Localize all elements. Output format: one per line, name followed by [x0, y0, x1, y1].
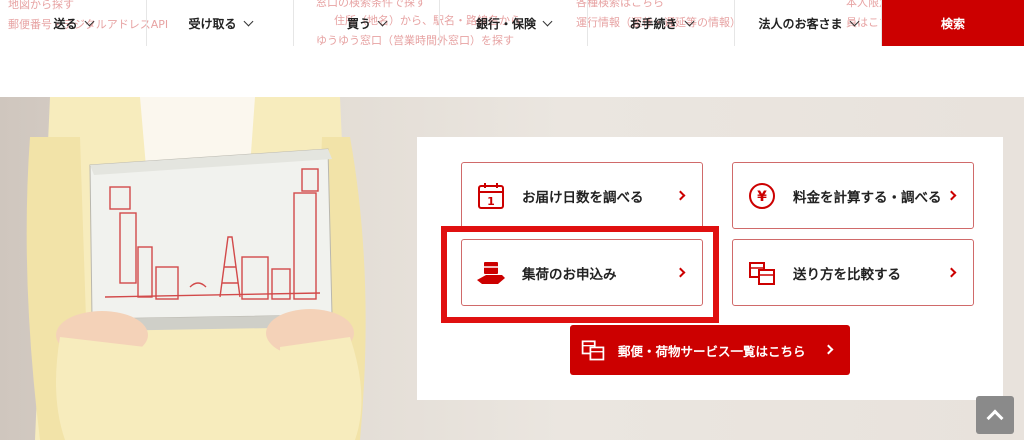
- global-nav: 送る 受け取る 買う 銀行・保険 お手続き 法人のお客さま 検索: [0, 0, 1024, 46]
- compare-methods-button[interactable]: 送り方を比較する: [732, 239, 974, 306]
- nav-buy[interactable]: 買う: [294, 0, 440, 46]
- page-top-button[interactable]: [976, 396, 1014, 434]
- chevron-right-icon: [675, 190, 686, 201]
- nav-bank-insurance[interactable]: 銀行・保険: [440, 0, 588, 46]
- nav-receive[interactable]: 受け取る: [147, 0, 294, 46]
- chevron-down-icon: [243, 16, 253, 26]
- compare-methods-label: 送り方を比較する: [793, 266, 901, 283]
- nav-corporate-label: 法人のお客さま: [758, 16, 843, 31]
- packages-icon: [749, 261, 775, 285]
- chevron-right-icon: [675, 267, 686, 278]
- nav-send-label: 送る: [53, 16, 78, 31]
- chevron-right-icon: [946, 267, 957, 278]
- truck-icon: [477, 261, 505, 284]
- pickup-request-label: 集荷のお申込み: [522, 266, 617, 283]
- nav-bank-insurance-label: 銀行・保険: [475, 16, 536, 31]
- yen-icon: ¥: [749, 182, 775, 209]
- packages-icon: [581, 340, 605, 361]
- chevron-down-icon: [542, 16, 553, 26]
- search-button[interactable]: 検索: [882, 0, 1024, 46]
- pickup-request-button[interactable]: 集荷のお申込み: [461, 239, 703, 306]
- calendar-icon: 1: [478, 182, 504, 209]
- hero-person-with-box-image: [26, 97, 366, 440]
- chevron-down-icon: [84, 16, 94, 26]
- calc-fee-label: 料金を計算する・調べる: [793, 189, 942, 206]
- chevron-down-icon: [377, 16, 388, 26]
- delivery-days-label: お届け日数を調べる: [522, 189, 644, 206]
- nav-buy-label: 買う: [346, 16, 371, 31]
- chevron-down-icon: [849, 16, 859, 26]
- nav-procedures[interactable]: お手続き: [588, 0, 735, 46]
- service-list-button[interactable]: 郵便・荷物サービス一覧はこちら: [570, 325, 850, 375]
- delivery-days-button[interactable]: 1 お届け日数を調べる: [461, 162, 703, 229]
- chevron-right-icon: [946, 190, 957, 201]
- chevron-right-icon: [823, 344, 834, 355]
- page-top-icon: [986, 409, 1004, 427]
- chevron-down-icon: [684, 16, 694, 26]
- nav-corporate[interactable]: 法人のお客さま: [735, 0, 882, 46]
- nav-procedures-label: お手続き: [629, 16, 678, 31]
- calc-fee-button[interactable]: ¥ 料金を計算する・調べる: [732, 162, 974, 229]
- nav-receive-label: 受け取る: [188, 16, 237, 31]
- calendar-day-number: 1: [487, 195, 495, 208]
- service-list-label: 郵便・荷物サービス一覧はこちら: [618, 343, 806, 359]
- nav-send[interactable]: 送る: [0, 0, 147, 46]
- yen-symbol: ¥: [757, 189, 767, 205]
